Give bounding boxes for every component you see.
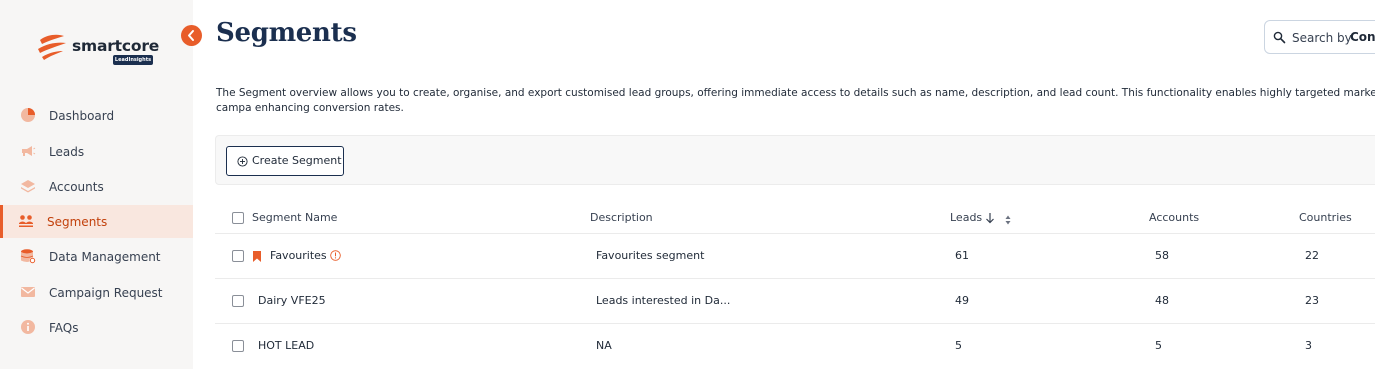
page-title: Segments (216, 18, 357, 48)
brand-name: smartcore (72, 37, 160, 55)
smartcore-logo[interactable]: smartcore LeadInsights (34, 30, 159, 70)
create-segment-label: Create Segment (252, 154, 342, 167)
sort-toggle-icon[interactable] (1005, 215, 1011, 225)
segment-name[interactable]: Dairy VFE25 (258, 294, 326, 307)
segment-accounts: 5 (1155, 339, 1162, 352)
column-header-accounts[interactable]: Accounts (1149, 211, 1199, 224)
segment-leads: 5 (955, 339, 962, 352)
collapse-sidebar-button[interactable] (181, 25, 202, 46)
sidebar-item-label: Campaign Request (49, 285, 163, 300)
segment-accounts: 48 (1155, 294, 1169, 307)
segment-countries: 3 (1305, 339, 1312, 352)
row-divider (215, 323, 1375, 324)
segment-countries: 23 (1305, 294, 1319, 307)
sidebar-item-dashboard[interactable]: Dashboard (0, 99, 193, 132)
search-input[interactable]: Search by Con (1264, 20, 1375, 54)
segment-description: NA (596, 339, 612, 352)
sidebar-item-label: Data Management (49, 249, 161, 264)
sidebar-item-label: Dashboard (49, 108, 115, 123)
toolbar: Create Segment (215, 135, 1375, 185)
info-alert-icon[interactable] (330, 250, 341, 261)
segment-leads: 49 (955, 294, 969, 307)
plus-circle-icon (237, 156, 248, 167)
megaphone-icon (22, 146, 36, 156)
layers-icon (21, 180, 35, 193)
info-icon (21, 320, 35, 334)
sort-descending-icon[interactable] (985, 212, 995, 224)
column-header-countries[interactable]: Countries (1299, 211, 1352, 224)
page-description: The Segment overview allows you to creat… (216, 87, 1375, 114)
sidebar-item-data-management[interactable]: Data Management (0, 240, 193, 273)
mail-icon (21, 287, 35, 297)
sidebar-item-label: FAQs (49, 320, 79, 335)
column-header-segment-name[interactable]: Segment Name (252, 211, 337, 224)
row-divider (215, 278, 1375, 279)
bookmark-icon (253, 251, 261, 262)
sidebar-item-faqs[interactable]: FAQs (0, 311, 193, 344)
brand-badge: LeadInsights (113, 55, 153, 65)
row-checkbox[interactable] (232, 340, 244, 352)
users-icon (19, 215, 33, 227)
sidebar-item-accounts[interactable]: Accounts (0, 170, 193, 203)
segment-accounts: 58 (1155, 249, 1169, 262)
row-divider (215, 233, 1375, 234)
pie-chart-icon (21, 108, 35, 122)
column-header-leads[interactable]: Leads (950, 211, 982, 224)
sidebar-item-label: Leads (49, 144, 85, 159)
sidebar: smartcore LeadInsights Dashboard Leads A… (0, 0, 193, 369)
database-icon (20, 249, 36, 264)
segment-countries: 22 (1305, 249, 1319, 262)
segment-leads: 61 (955, 249, 969, 262)
search-field-selector[interactable]: Con (1350, 30, 1375, 44)
chevron-left-icon (188, 30, 194, 41)
sidebar-item-leads[interactable]: Leads (0, 135, 193, 168)
segment-description: Favourites segment (596, 249, 705, 262)
segment-name[interactable]: Favourites (270, 249, 327, 262)
segment-name[interactable]: HOT LEAD (258, 339, 314, 352)
sidebar-item-campaign-request[interactable]: Campaign Request (0, 276, 193, 309)
search-label: Search by (1292, 31, 1352, 45)
smartcore-flame-icon (38, 34, 66, 60)
create-segment-button[interactable]: Create Segment (226, 146, 344, 176)
row-checkbox[interactable] (232, 250, 244, 262)
search-icon (1273, 31, 1286, 44)
select-all-checkbox[interactable] (232, 212, 244, 224)
sidebar-item-label: Segments (47, 214, 108, 229)
column-header-description[interactable]: Description (590, 211, 653, 224)
sidebar-item-label: Accounts (49, 179, 104, 194)
segment-description: Leads interested in Da... (596, 294, 731, 307)
row-checkbox[interactable] (232, 295, 244, 307)
sidebar-item-segments[interactable]: Segments (0, 205, 193, 238)
